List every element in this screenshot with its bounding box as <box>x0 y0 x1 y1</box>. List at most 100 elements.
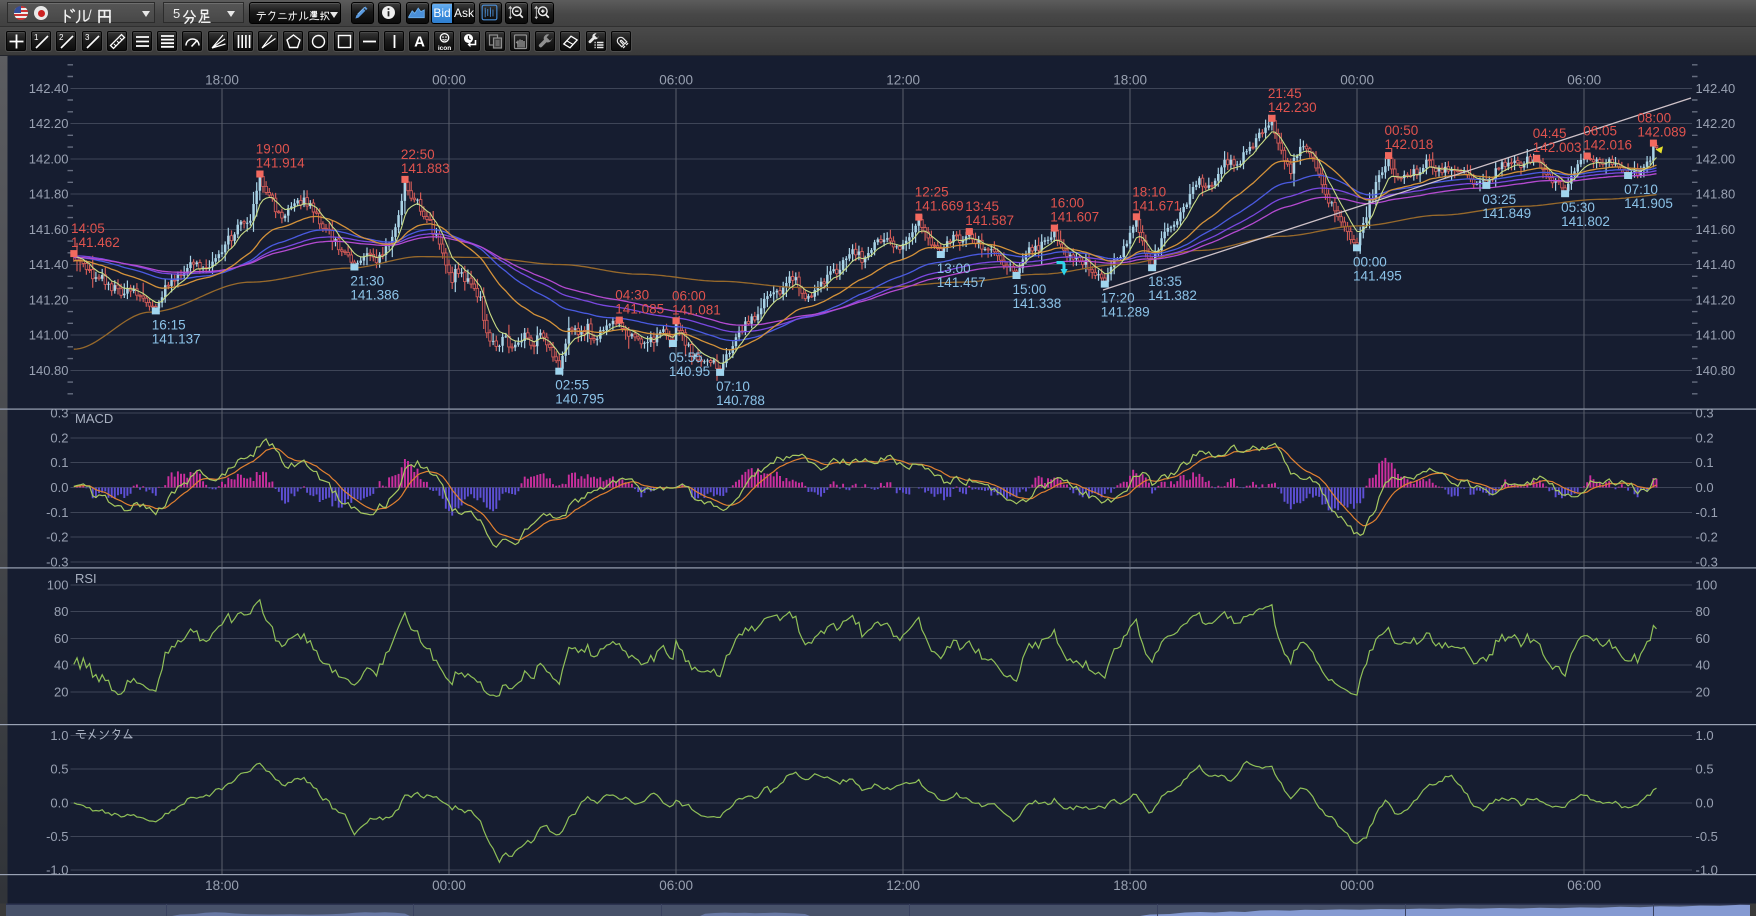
svg-text:141.386: 141.386 <box>350 288 399 303</box>
svg-text:0.0: 0.0 <box>1696 480 1714 495</box>
svg-text:0.5: 0.5 <box>50 762 68 777</box>
svg-text:0.3: 0.3 <box>50 405 68 420</box>
svg-text:06:00: 06:00 <box>659 878 693 893</box>
svg-text:15:00: 15:00 <box>1013 282 1047 297</box>
svg-text:140.795: 140.795 <box>555 392 604 407</box>
svg-text:06:05: 06:05 <box>1583 124 1617 139</box>
svg-text:06:00: 06:00 <box>659 73 693 88</box>
svg-text:142.089: 142.089 <box>1637 125 1686 140</box>
svg-text:14:05: 14:05 <box>71 221 105 236</box>
svg-text:0.1: 0.1 <box>50 455 68 470</box>
svg-text:142.20: 142.20 <box>1696 116 1736 131</box>
svg-text:141.607: 141.607 <box>1050 210 1099 225</box>
svg-text:141.883: 141.883 <box>401 161 450 176</box>
svg-text:141.462: 141.462 <box>71 235 120 250</box>
svg-text:16:15: 16:15 <box>152 317 186 332</box>
svg-text:20: 20 <box>54 684 68 699</box>
svg-text:-0.5: -0.5 <box>46 829 68 844</box>
svg-text:06:00: 06:00 <box>672 288 706 303</box>
svg-text:142.018: 142.018 <box>1385 137 1434 152</box>
svg-text:-0.1: -0.1 <box>1696 505 1718 520</box>
svg-text:140.788: 140.788 <box>716 393 765 408</box>
svg-text:17:20: 17:20 <box>1101 291 1135 306</box>
svg-text:20: 20 <box>1696 684 1710 699</box>
svg-text:141.60: 141.60 <box>29 222 69 237</box>
svg-text:141.137: 141.137 <box>152 331 201 346</box>
svg-text:-0.3: -0.3 <box>46 555 68 570</box>
svg-text:12:25: 12:25 <box>915 185 949 200</box>
svg-text:18:00: 18:00 <box>1113 878 1147 893</box>
svg-text:141.495: 141.495 <box>1353 268 1402 283</box>
svg-text:141.669: 141.669 <box>915 199 964 214</box>
svg-text:12:00: 12:00 <box>886 73 920 88</box>
svg-text:141.338: 141.338 <box>1013 296 1062 311</box>
svg-text:07:10: 07:10 <box>716 379 750 394</box>
svg-text:12:00: 12:00 <box>886 878 920 893</box>
svg-text:141.802: 141.802 <box>1561 214 1610 229</box>
svg-text:141.60: 141.60 <box>1696 222 1736 237</box>
svg-text:03:25: 03:25 <box>1482 192 1516 207</box>
svg-text:141.914: 141.914 <box>256 156 305 171</box>
svg-text:icon: icon <box>438 45 451 51</box>
svg-text:142.40: 142.40 <box>1696 81 1736 96</box>
svg-text:00:00: 00:00 <box>1340 73 1374 88</box>
svg-text:141.80: 141.80 <box>29 187 69 202</box>
svg-text:142.00: 142.00 <box>29 151 69 166</box>
svg-text:04:30: 04:30 <box>615 288 649 303</box>
svg-text:0.3: 0.3 <box>1696 405 1714 420</box>
svg-text:00:00: 00:00 <box>1353 254 1387 269</box>
svg-text:21:45: 21:45 <box>1268 86 1302 101</box>
svg-text:00:00: 00:00 <box>432 73 466 88</box>
svg-text:0.0: 0.0 <box>50 795 68 810</box>
svg-text:40: 40 <box>54 658 68 673</box>
svg-text:19:00: 19:00 <box>256 142 290 157</box>
svg-text:-0.2: -0.2 <box>1696 530 1718 545</box>
svg-text:13:45: 13:45 <box>965 199 999 214</box>
svg-text:1.0: 1.0 <box>1696 728 1714 743</box>
svg-text:18:00: 18:00 <box>1113 73 1147 88</box>
svg-text:-0.2: -0.2 <box>46 530 68 545</box>
svg-text:-0.5: -0.5 <box>1696 829 1718 844</box>
svg-text:05:55: 05:55 <box>669 350 703 365</box>
svg-text:141.20: 141.20 <box>1696 292 1736 307</box>
svg-text:141.40: 141.40 <box>1696 257 1736 272</box>
svg-text:140.80: 140.80 <box>29 363 69 378</box>
svg-text:140.80: 140.80 <box>1696 363 1736 378</box>
svg-text:141.671: 141.671 <box>1132 198 1181 213</box>
svg-text:141.00: 141.00 <box>1696 328 1736 343</box>
svg-text:140.95: 140.95 <box>669 364 710 379</box>
svg-text:1.0: 1.0 <box>50 728 68 743</box>
svg-text:142.00: 142.00 <box>1696 151 1736 166</box>
svg-text:-0.3: -0.3 <box>1696 555 1718 570</box>
svg-text:08:00: 08:00 <box>1637 111 1671 126</box>
svg-text:21:30: 21:30 <box>350 274 384 289</box>
svg-text:18:10: 18:10 <box>1132 184 1166 199</box>
svg-text:18:00: 18:00 <box>205 878 239 893</box>
svg-text:100: 100 <box>47 578 69 593</box>
svg-text:141.085: 141.085 <box>615 302 664 317</box>
svg-text:142.230: 142.230 <box>1268 100 1317 115</box>
svg-text:141.382: 141.382 <box>1148 288 1197 303</box>
svg-text:100: 100 <box>1696 578 1718 593</box>
svg-text:141.905: 141.905 <box>1624 196 1673 211</box>
svg-text:0.1: 0.1 <box>1696 455 1714 470</box>
svg-text:-1.0: -1.0 <box>46 863 68 878</box>
svg-text:06:00: 06:00 <box>1567 878 1601 893</box>
svg-text:0.2: 0.2 <box>50 430 68 445</box>
svg-text:1: 1 <box>34 33 39 42</box>
svg-text:142.016: 142.016 <box>1583 138 1632 153</box>
svg-text:MACD: MACD <box>75 411 113 426</box>
svg-text:A: A <box>414 34 425 51</box>
svg-text:141.00: 141.00 <box>29 328 69 343</box>
svg-text:80: 80 <box>54 604 68 619</box>
svg-text:3: 3 <box>85 33 90 42</box>
svg-text:60: 60 <box>1696 631 1710 646</box>
svg-text:22:50: 22:50 <box>401 147 435 162</box>
svg-text:-0.1: -0.1 <box>46 505 68 520</box>
svg-text:141.20: 141.20 <box>29 292 69 307</box>
svg-text:141.849: 141.849 <box>1482 206 1531 221</box>
svg-text:13:00: 13:00 <box>937 261 971 276</box>
svg-text:0.5: 0.5 <box>1696 762 1714 777</box>
svg-text:-1.0: -1.0 <box>1696 863 1718 878</box>
svg-text:80: 80 <box>1696 604 1710 619</box>
